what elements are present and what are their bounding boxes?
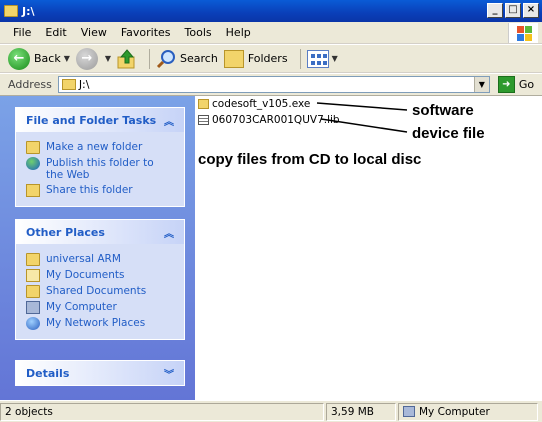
panel-header[interactable]: Details ︾ [16, 361, 184, 385]
address-dropdown-button[interactable]: ▼ [473, 77, 489, 92]
task-label: Publish this folder to the Web [46, 157, 154, 181]
search-label: Search [180, 52, 218, 65]
menu-edit[interactable]: Edit [38, 26, 73, 39]
up-button[interactable] [117, 48, 137, 69]
folder-icon [61, 79, 76, 90]
status-bar: 2 objects 3,59 MB My Computer [0, 400, 542, 422]
status-object-count: 2 objects [0, 402, 324, 421]
go-button[interactable]: ➜ Go [497, 76, 535, 93]
window-title: J:\ [22, 4, 35, 18]
menu-tools[interactable]: Tools [178, 26, 219, 39]
place-label: My Computer [46, 301, 117, 313]
minimize-button[interactable]: _ [487, 3, 503, 18]
computer-icon [26, 301, 40, 314]
toolbar: ← Back ▼ → ▼ Search Folders ▼ [0, 45, 542, 73]
folders-label: Folders [247, 52, 288, 65]
network-icon [26, 317, 40, 330]
collapse-chevron-icon[interactable]: ︽ [164, 225, 174, 240]
back-button[interactable]: ← Back ▼ [8, 47, 70, 70]
share-folder-icon [26, 184, 40, 197]
panel-header[interactable]: Other Places ︽ [16, 220, 184, 244]
place-shared-documents[interactable]: Shared Documents [26, 285, 174, 298]
menu-help[interactable]: Help [219, 26, 258, 39]
other-places-panel: Other Places ︽ universal ARM My Document… [15, 219, 185, 340]
back-arrow-icon: ← [8, 47, 30, 70]
task-label: Make a new folder [46, 141, 143, 153]
chevron-down-icon[interactable]: ▼ [105, 54, 111, 63]
details-panel: Details ︾ [15, 360, 185, 386]
address-value: J:\ [78, 78, 90, 91]
title-bar: J:\ _ □ × [0, 0, 542, 22]
file-folder-tasks-panel: File and Folder Tasks ︽ Make a new folde… [15, 107, 185, 207]
place-universal-arm[interactable]: universal ARM [26, 253, 174, 266]
views-icon [306, 49, 329, 68]
folder-up-icon [117, 48, 135, 68]
menu-file[interactable]: File [6, 26, 38, 39]
views-button[interactable]: ▼ [306, 49, 338, 68]
task-publish-folder[interactable]: Publish this folder to the Web [26, 157, 174, 181]
globe-icon [26, 157, 40, 170]
instruction-annotation: copy files from CD to local disc [198, 151, 422, 168]
place-my-computer[interactable]: My Computer [26, 301, 174, 314]
place-label: Shared Documents [46, 285, 147, 297]
place-my-documents[interactable]: My Documents [26, 269, 174, 282]
back-label: Back [34, 52, 61, 65]
new-folder-icon [26, 141, 40, 154]
annotation-lines [316, 102, 408, 133]
close-button[interactable]: × [523, 3, 539, 18]
place-label: universal ARM [46, 253, 121, 265]
task-share-folder[interactable]: Share this folder [26, 184, 174, 197]
forward-button[interactable]: → ▼ [75, 47, 111, 70]
status-location: My Computer [398, 402, 538, 421]
address-bar: Address J:\ ▼ ➜ Go [0, 74, 542, 96]
menu-favorites[interactable]: Favorites [114, 26, 178, 39]
expand-chevron-icon[interactable]: ︾ [164, 366, 174, 381]
go-arrow-icon: ➜ [497, 76, 515, 93]
status-location-label: My Computer [419, 405, 490, 418]
device-file-annotation: device file [412, 125, 485, 142]
folders-icon [223, 49, 244, 68]
folder-icon [4, 5, 18, 17]
task-pane: File and Folder Tasks ︽ Make a new folde… [0, 96, 195, 400]
place-my-network-places[interactable]: My Network Places [26, 317, 174, 330]
place-label: My Network Places [46, 317, 146, 329]
collapse-chevron-icon[interactable]: ︽ [164, 113, 174, 128]
task-label: Share this folder [46, 184, 133, 196]
folders-button[interactable]: Folders [223, 49, 288, 68]
place-label: My Documents [46, 269, 125, 281]
chevron-down-icon[interactable]: ▼ [332, 54, 338, 63]
computer-icon [403, 406, 415, 417]
menu-view[interactable]: View [74, 26, 114, 39]
forward-arrow-icon: → [75, 47, 98, 70]
shared-folder-icon [26, 285, 40, 298]
panel-title: Details [26, 366, 70, 380]
panel-title: Other Places [26, 225, 105, 239]
folder-icon [26, 253, 40, 266]
status-size: 3,59 MB [326, 402, 396, 421]
address-label: Address [8, 78, 52, 91]
panel-header[interactable]: File and Folder Tasks ︽ [16, 108, 184, 132]
search-icon [156, 49, 176, 68]
windows-logo-icon [508, 23, 538, 43]
software-annotation: software [412, 102, 474, 119]
task-make-new-folder[interactable]: Make a new folder [26, 141, 174, 154]
menu-bar: File Edit View Favorites Tools Help [0, 22, 542, 44]
maximize-button[interactable]: □ [505, 3, 521, 18]
address-input[interactable]: J:\ ▼ [57, 76, 490, 93]
go-label: Go [518, 78, 535, 91]
my-documents-icon [26, 269, 40, 282]
file-list: codesoft_v105.exe 060703CAR001QUV7.lib s… [195, 96, 542, 400]
search-button[interactable]: Search [156, 49, 218, 69]
chevron-down-icon[interactable]: ▼ [64, 54, 70, 63]
panel-title: File and Folder Tasks [26, 113, 157, 127]
